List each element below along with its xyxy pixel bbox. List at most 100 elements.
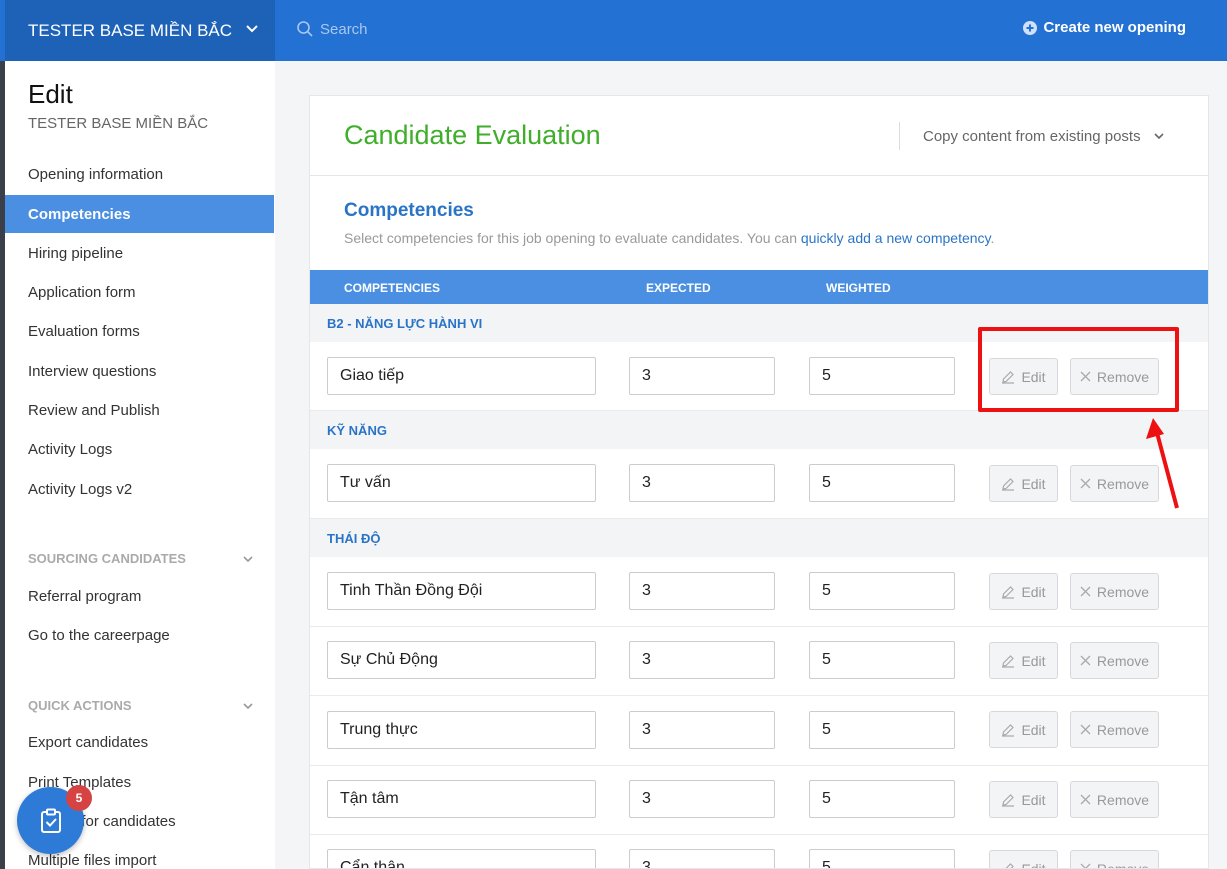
organization-name: TESTER BASE MIỀN BẮC [28, 20, 233, 40]
page-subtitle: TESTER BASE MIỀN BẮC [28, 115, 209, 132]
sidebar-item-opening-information[interactable]: Opening information [5, 155, 274, 193]
table-header: COMPETENCIES EXPECTED WEIGHTED [310, 270, 1208, 304]
weighted-field[interactable]: 5 [809, 849, 955, 868]
chevron-down-icon [243, 702, 253, 709]
edit-button[interactable]: Edit [989, 465, 1058, 502]
copy-content-label: Copy content from existing posts [923, 127, 1141, 145]
table-row: Cẩn thận 3 5 Edit Remove [310, 835, 1208, 869]
weighted-field[interactable]: 5 [809, 641, 955, 679]
create-new-opening-button[interactable]: Create new opening [1023, 19, 1186, 36]
edit-label: Edit [1021, 475, 1046, 492]
remove-label: Remove [1096, 583, 1150, 600]
table-row: Tư vấn 3 5 Edit Remove [310, 449, 1208, 519]
sidebar-item-referral-program[interactable]: Referral program [5, 577, 274, 615]
close-icon [1080, 586, 1091, 597]
page-title: Edit [28, 79, 73, 109]
expected-field[interactable]: 3 [629, 572, 775, 610]
sourcing-candidates-heading[interactable]: SOURCING CANDIDATES [28, 551, 254, 566]
close-icon [1080, 478, 1091, 489]
remove-button[interactable]: Remove [1070, 850, 1159, 868]
description-end: . [990, 230, 995, 246]
chevron-down-icon [246, 25, 258, 33]
copy-content-select[interactable]: Copy content from existing posts [899, 122, 1165, 150]
edit-button[interactable]: Edit [989, 711, 1058, 748]
remove-button[interactable]: Remove [1070, 573, 1159, 610]
sidebar-item-activity-logs[interactable]: Activity Logs [5, 430, 274, 468]
edit-button[interactable]: Edit [989, 642, 1058, 679]
table-row: Trung thực 3 5 Edit Remove [310, 696, 1208, 766]
clipboard-check-icon [40, 808, 61, 833]
notification-badge: 5 [66, 785, 92, 811]
add-competency-link[interactable]: quickly add a new competency [801, 230, 991, 246]
remove-label: Remove [1096, 721, 1150, 738]
edit-button[interactable]: Edit [989, 781, 1058, 818]
competency-name-field[interactable]: Trung thực [327, 711, 596, 749]
pencil-icon [1002, 654, 1015, 668]
card-header: Candidate Evaluation Copy content from e… [310, 96, 1208, 176]
edit-button[interactable]: Edit [989, 573, 1058, 610]
search-icon [297, 21, 313, 37]
candidate-evaluation-card: Candidate Evaluation Copy content from e… [309, 95, 1209, 869]
quick-actions-label: QUICK ACTIONS [28, 698, 132, 713]
sidebar-item-go-to-careerpage[interactable]: Go to the careerpage [5, 616, 274, 654]
competency-name-field[interactable]: Tư vấn [327, 464, 596, 502]
competency-name-field[interactable]: Giao tiếp [327, 357, 596, 395]
organization-switcher[interactable]: TESTER BASE MIỀN BẮC [5, 0, 275, 61]
edit-label: Edit [1021, 721, 1046, 738]
weighted-field[interactable]: 5 [809, 711, 955, 749]
remove-button[interactable]: Remove [1070, 642, 1159, 679]
competency-name-field[interactable]: Sự Chủ Động [327, 641, 596, 679]
remove-button[interactable]: Remove [1070, 711, 1159, 748]
sidebar-item-competencies[interactable]: Competencies [5, 195, 274, 233]
expected-field[interactable]: 3 [629, 780, 775, 818]
close-icon [1080, 724, 1091, 735]
column-header-expected: EXPECTED [646, 281, 711, 295]
expected-field[interactable]: 3 [629, 357, 775, 395]
weighted-field[interactable]: 5 [809, 357, 955, 395]
column-header-weighted: WEIGHTED [826, 281, 891, 295]
sidebar-item-hiring-pipeline[interactable]: Hiring pipeline [5, 234, 274, 272]
expected-field[interactable]: 3 [629, 711, 775, 749]
edit-button[interactable]: Edit [989, 850, 1058, 869]
edit-label: Edit [1021, 652, 1046, 669]
expected-field[interactable]: 3 [629, 641, 775, 679]
remove-button[interactable]: Remove [1070, 781, 1159, 818]
group-header: KỸ NĂNG [310, 411, 1208, 449]
table-row: Sự Chủ Động 3 5 Edit Remove [310, 627, 1208, 696]
sidebar-item-evaluation-forms[interactable]: Evaluation forms [5, 312, 274, 350]
table-row: Tinh Thần Đồng Đội 3 5 Edit Remove [310, 557, 1208, 627]
quick-actions-heading[interactable]: QUICK ACTIONS [28, 698, 254, 713]
pencil-icon [1002, 723, 1015, 737]
competency-name-field[interactable]: Tinh Thần Đồng Đội [327, 572, 596, 610]
close-icon [1080, 863, 1091, 868]
chevron-down-icon [243, 555, 253, 562]
search-input[interactable]: Search [296, 20, 368, 38]
competency-name-field[interactable]: Tận tâm [327, 780, 596, 818]
sourcing-candidates-label: SOURCING CANDIDATES [28, 551, 186, 566]
expected-field[interactable]: 3 [629, 849, 775, 868]
edit-label: Edit [1021, 583, 1046, 600]
column-header-competencies: COMPETENCIES [344, 281, 441, 295]
sidebar-item-activity-logs-v2[interactable]: Activity Logs v2 [5, 470, 274, 508]
edit-label: Edit [1021, 860, 1046, 869]
card-title: Candidate Evaluation [344, 120, 601, 150]
close-icon [1080, 655, 1091, 666]
annotation-highlight-box [978, 327, 1179, 412]
expected-field[interactable]: 3 [629, 464, 775, 502]
top-bar: TESTER BASE MIỀN BẮC Search Create new o… [0, 0, 1227, 61]
sidebar-item-interview-questions[interactable]: Interview questions [5, 352, 274, 390]
competencies-heading: Competencies [344, 200, 474, 221]
weighted-field[interactable]: 5 [809, 572, 955, 610]
search-placeholder: Search [320, 20, 368, 38]
table-row: Tận tâm 3 5 Edit Remove [310, 766, 1208, 835]
weighted-field[interactable]: 5 [809, 464, 955, 502]
annotation-arrow-icon [1146, 418, 1179, 509]
pencil-icon [1002, 585, 1015, 599]
weighted-field[interactable]: 5 [809, 780, 955, 818]
competency-name-field[interactable]: Cẩn thận [327, 849, 596, 868]
plus-circle-icon [1023, 20, 1038, 35]
remove-label: Remove [1096, 791, 1150, 808]
sidebar-item-export-candidates[interactable]: Export candidates [5, 723, 274, 761]
sidebar-item-application-form[interactable]: Application form [5, 273, 274, 311]
sidebar-item-review-and-publish[interactable]: Review and Publish [5, 391, 274, 429]
